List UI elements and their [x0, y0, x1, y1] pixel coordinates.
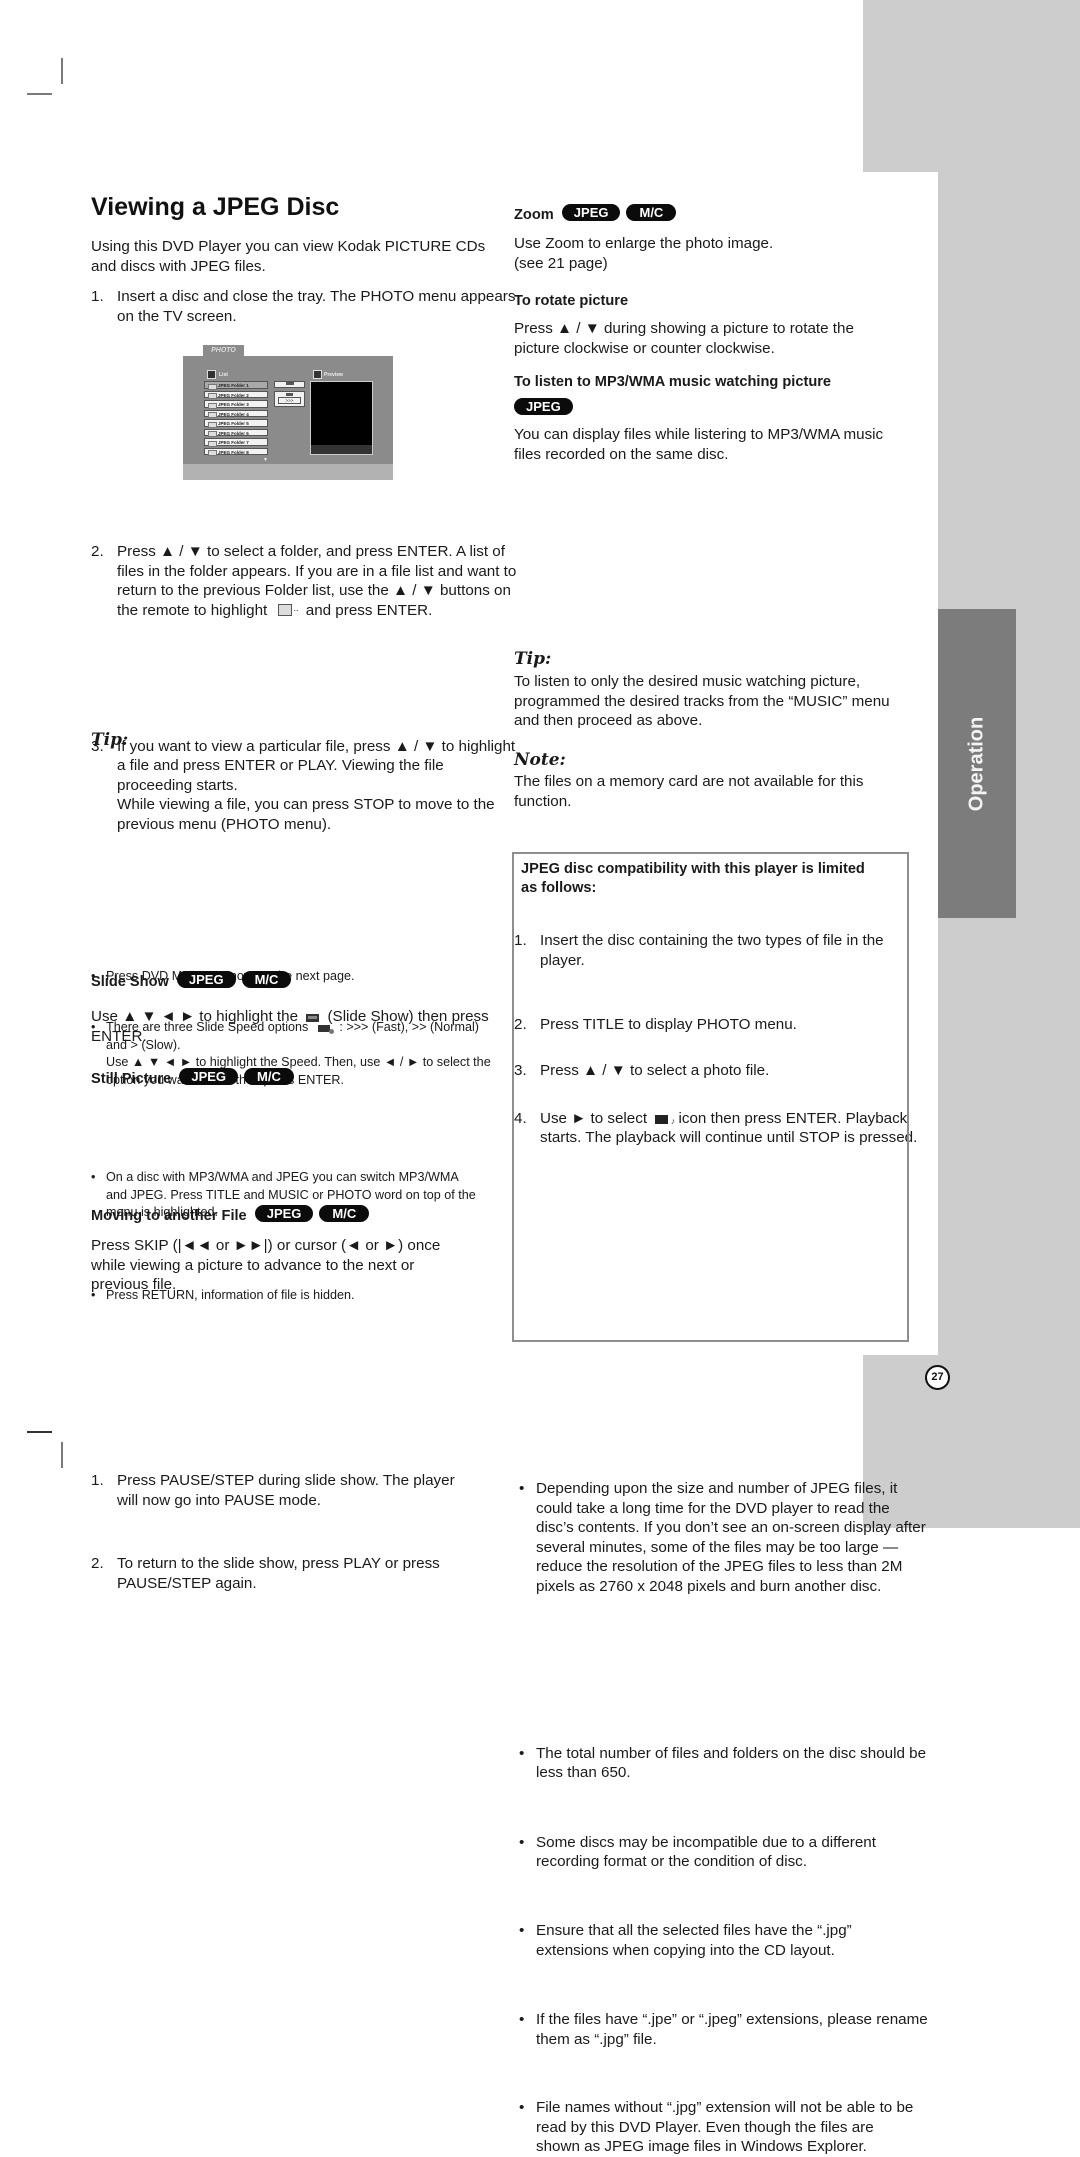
jpeg-badge: JPEG [176, 971, 236, 988]
tip-text-right: To listen to only the desired music watc… [514, 673, 890, 730]
preview-area [310, 381, 373, 455]
listen-badge-row: JPEG [510, 398, 573, 418]
page-number: 27 [925, 1365, 950, 1390]
folder-item[interactable]: JPEG Folder 3 [204, 400, 268, 408]
jpeg-badge: JPEG [254, 1205, 314, 1222]
step-1: 1. Insert a disc and close the tray. The… [91, 288, 516, 325]
rotate-text: Press ▲ / ▼ during showing a picture to … [514, 320, 854, 357]
moving-file-text: Press SKIP (|◄◄ or ►►|) or cursor (◄ or … [91, 1237, 441, 1294]
listen-text: You can display files while listering to… [514, 426, 884, 463]
step-3: 3. If you want to view a particular file… [91, 737, 516, 833]
zoom-text: Use Zoom to enlarge the photo image. (se… [514, 235, 774, 272]
zoom-heading: Zoom JPEG M/C [514, 204, 677, 225]
compat-item: • Some discs may be incompatible due to a… [519, 1833, 876, 1871]
folder-item[interactable]: JPEG Folder 4 [204, 409, 268, 418]
note-text: The files on a memory card are not avail… [514, 773, 864, 810]
photo-menu-tab: PHOTO [203, 345, 244, 356]
list-icon [207, 370, 216, 379]
page-title: Viewing a JPEG Disc [91, 193, 340, 221]
slide-show-icon [306, 1014, 320, 1022]
tip-heading: Tip: [91, 730, 129, 750]
crop-mark [61, 1442, 63, 1468]
slide-show-heading: Slide Show JPEG M/C [91, 971, 292, 992]
folder-item[interactable]: JPEG Folder 5 [204, 419, 268, 427]
parent-folder-icon [277, 599, 299, 619]
mc-badge: M/C [626, 204, 677, 221]
jpeg-badge: JPEG [561, 204, 621, 221]
section-tab-operation: Operation [938, 609, 1016, 918]
compat-item: • Depending upon the size and number of J… [519, 1479, 926, 1595]
rotate-heading: To rotate picture [514, 293, 629, 309]
compat-item: • The total number of files and folders o… [519, 1744, 927, 1782]
step-2: 2. Press ▲ / ▼ to select a folder, and p… [91, 542, 522, 620]
folder-item[interactable]: JPEG Folder 2 [204, 390, 268, 399]
note-heading: Note: [514, 750, 566, 770]
crop-mark [27, 1431, 52, 1433]
photo-menu-screenshot: List Preview JPEG Folder 1 JPEG Folder 2… [183, 356, 393, 480]
compat-item: • File names without “.jpg” extension wil… [519, 2099, 914, 2156]
slide-show-icon [285, 382, 294, 385]
compat-item: • If the files have “.jpe” or “.jpeg” ext… [519, 2011, 928, 2048]
still-picture-heading: Still Picture JPEG M/C [91, 1068, 294, 1089]
jpeg-badge: JPEG [179, 1068, 239, 1085]
folder-item[interactable]: JPEG Folder 6 [204, 428, 268, 437]
listen-heading: To listen to MP3/WMA music watching pict… [514, 374, 832, 390]
preview-icon [313, 370, 322, 379]
slide-speed-icon [286, 393, 293, 396]
slide-show-text: Use ▲ ▼ ◄ ► to highlight the (Slide Show… [91, 1008, 489, 1045]
compatibility-heading: JPEG disc compatibility with this player… [521, 861, 865, 896]
menu-footer [183, 464, 393, 480]
slide-show-button[interactable] [274, 381, 305, 388]
slide-speed-button[interactable]: >>> [274, 391, 305, 407]
jpeg-badge: JPEG [514, 398, 573, 415]
compat-item: • Ensure that all the selected files have… [519, 1921, 852, 1959]
mc-badge: M/C [319, 1205, 370, 1222]
compatibility-box [512, 852, 909, 1342]
scroll-down-arrow-icon[interactable]: ▼ [263, 457, 268, 463]
mc-badge: M/C [244, 1068, 294, 1085]
moving-file-heading: Moving to another File JPEG M/C [91, 1205, 370, 1226]
crop-mark [27, 93, 52, 95]
mc-badge: M/C [241, 971, 292, 988]
folder-item[interactable]: JPEG Folder 8 [204, 447, 268, 456]
crop-mark [61, 58, 63, 84]
still-step-2: 2. To return to the slide show, press PL… [91, 1555, 440, 1592]
tip-heading-right: Tip: [514, 649, 552, 669]
folder-item[interactable]: JPEG Folder 7 [204, 438, 268, 446]
slide-speed-value: >>> [278, 397, 301, 404]
list-label: List [219, 372, 228, 378]
still-step-1: 1. Press PAUSE/STEP during slide show. T… [91, 1472, 455, 1509]
side-margin-top [863, 0, 1080, 172]
preview-label: Preview [324, 372, 343, 378]
intro-text: Using this DVD Player you can view Kodak… [91, 238, 486, 275]
folder-item[interactable]: JPEG Folder 1 [204, 381, 268, 389]
